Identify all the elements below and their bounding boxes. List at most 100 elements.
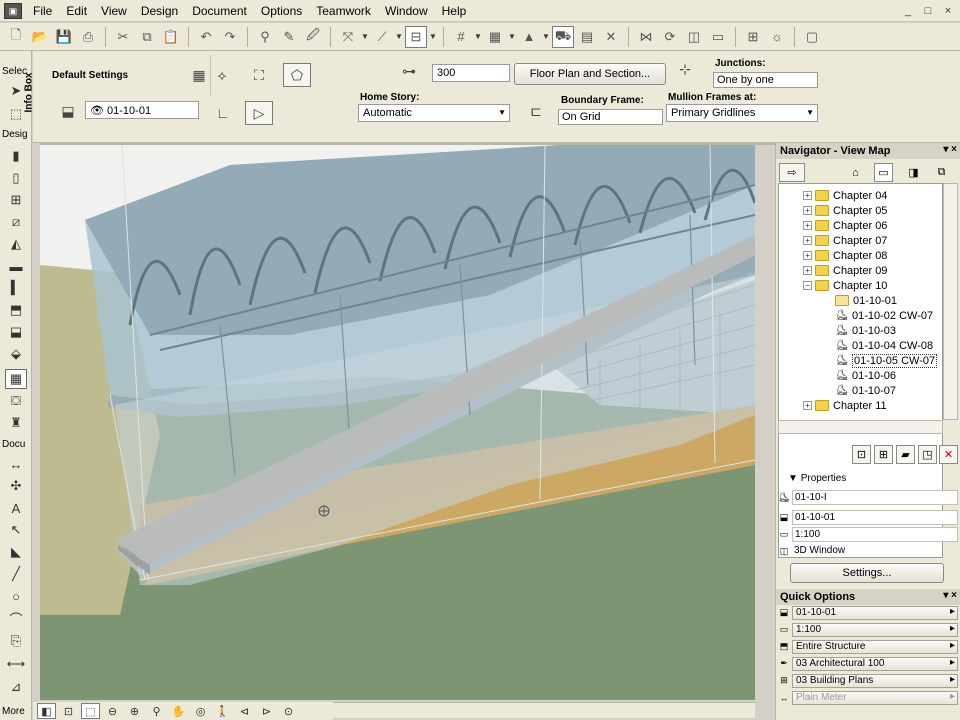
tree-item-chapter-05[interactable]: + Chapter 05 xyxy=(803,203,887,218)
fit-in-window-icon[interactable]: ⬚ xyxy=(81,703,100,719)
navigator-close-icon[interactable]: ▾ × xyxy=(943,144,957,155)
grid-snap-icon[interactable]: # xyxy=(450,26,472,48)
angle-icon[interactable]: ∟ xyxy=(209,101,237,125)
door-tool-icon[interactable]: ▯ xyxy=(5,168,27,188)
walk-mode-icon[interactable]: ⋈ xyxy=(635,26,657,48)
chevron-down-icon[interactable]: ▼ xyxy=(428,32,438,41)
inject-parameters-icon[interactable]: 🖉 xyxy=(302,26,324,48)
menu-edit[interactable]: Edit xyxy=(59,0,94,22)
home-story-dropdown[interactable]: Automatic xyxy=(358,104,510,122)
menu-file[interactable]: File xyxy=(26,0,59,22)
layout-book-icon[interactable]: ◨ xyxy=(904,163,923,182)
save-icon[interactable]: 💾 xyxy=(53,26,75,48)
delete-icon[interactable]: ✕ xyxy=(939,445,958,464)
navigator-horizontal-scrollbar[interactable] xyxy=(778,420,943,434)
property-name-field[interactable]: 01-10-01 xyxy=(792,510,958,525)
menu-teamwork[interactable]: Teamwork xyxy=(309,0,378,22)
open-file-icon[interactable]: 📂 xyxy=(29,26,51,48)
orbit-icon[interactable]: ◎ xyxy=(191,703,210,719)
next-zoom-icon[interactable]: ⊳ xyxy=(257,703,276,719)
expand-icon[interactable]: + xyxy=(803,251,812,260)
menu-window[interactable]: Window xyxy=(378,0,435,22)
tree-item-01-10-06[interactable]: ⛸ 01-10-06 xyxy=(835,368,896,383)
undo-icon[interactable]: ↶ xyxy=(195,26,217,48)
close-icon[interactable]: × xyxy=(940,4,956,18)
boundary-frame-value[interactable]: On Grid xyxy=(558,109,663,125)
quick-option-scale[interactable]: ▭ 1:100 xyxy=(778,622,958,637)
quick-options-close-icon[interactable]: ▾ × xyxy=(943,590,957,601)
fill-tool-icon[interactable]: ◣ xyxy=(5,542,27,562)
walk-icon[interactable]: 🚶 xyxy=(213,703,232,719)
detail-tool-icon[interactable]: ⊿ xyxy=(5,677,27,697)
gravity-icon[interactable]: ⊟ xyxy=(405,25,427,48)
expand-icon[interactable]: + xyxy=(803,206,812,215)
circle-tool-icon[interactable]: ○ xyxy=(5,586,27,606)
quick-option-pen-set[interactable]: ✒ 03 Architectural 100 xyxy=(778,656,958,671)
trace-reference-icon[interactable]: ⛟ xyxy=(552,25,574,48)
collapse-icon[interactable]: − xyxy=(803,281,812,290)
menu-help[interactable]: Help xyxy=(435,0,474,22)
layer-icon[interactable]: ⬓ xyxy=(53,99,83,123)
toolbox-more[interactable]: More xyxy=(2,706,25,717)
restore-icon[interactable]: □ xyxy=(920,4,936,18)
camera-icon[interactable]: ◫ xyxy=(683,26,705,48)
minimize-icon[interactable]: _ xyxy=(900,4,916,18)
tree-item-01-10-04[interactable]: ⛸ 01-10-04 CW-08 xyxy=(835,338,933,353)
window-icon[interactable]: ▢ xyxy=(801,26,823,48)
polygon-method-icon[interactable]: ⬠ xyxy=(283,63,311,87)
layer-lock-icon[interactable]: ▲ xyxy=(518,26,540,48)
tree-item-chapter-04[interactable]: + Chapter 04 xyxy=(803,188,887,203)
navigator-preview-icon[interactable]: ◧ xyxy=(37,703,56,719)
menu-view[interactable]: View xyxy=(94,0,134,22)
rotate-view-icon[interactable]: ⟳ xyxy=(659,26,681,48)
roof-tool-icon[interactable]: ◭ xyxy=(5,234,27,254)
cancel-icon[interactable]: ✕ xyxy=(600,26,622,48)
expand-icon[interactable]: + xyxy=(803,221,812,230)
zoom-to-selection-icon[interactable]: ⊡ xyxy=(59,703,78,719)
project-map-icon[interactable]: ⌂ xyxy=(846,163,865,182)
tree-item-01-10-07[interactable]: ⛸ 01-10-07 xyxy=(835,383,896,398)
tree-item-01-10-02[interactable]: ⛸ 01-10-02 CW-07 xyxy=(835,308,933,323)
pan-icon[interactable]: ✋ xyxy=(169,703,188,719)
stair-tool-icon[interactable]: ⧄ xyxy=(5,212,27,232)
mullion-frames-dropdown[interactable]: Primary Gridlines xyxy=(666,104,818,122)
line-tool-icon[interactable]: ╱ xyxy=(5,564,27,584)
chevron-down-icon[interactable]: ▼ xyxy=(360,32,370,41)
slab-tool-icon[interactable]: ⬒ xyxy=(5,300,27,320)
clone-view-icon[interactable]: ◳ xyxy=(918,445,937,464)
tree-item-chapter-06[interactable]: + Chapter 06 xyxy=(803,218,887,233)
print-icon[interactable]: ⎙ xyxy=(77,26,99,48)
tree-item-chapter-11[interactable]: + Chapter 11 xyxy=(803,398,887,413)
curtain-wall-tool-icon[interactable]: ▦ xyxy=(5,369,27,389)
guide-lines-icon[interactable]: ⤧ xyxy=(337,26,359,48)
chevron-down-icon[interactable]: ▼ xyxy=(394,32,404,41)
publisher-icon[interactable]: ⧉ xyxy=(932,163,951,182)
quick-option-structure[interactable]: ⬒ Entire Structure xyxy=(778,639,958,654)
chair-tool-icon[interactable]: ♜ xyxy=(5,413,27,433)
quick-option-model-view[interactable]: ⊞ 03 Building Plans xyxy=(778,673,958,688)
pick-up-parameters-icon[interactable]: ✎ xyxy=(278,26,300,48)
tree-item-chapter-10[interactable]: − Chapter 10 xyxy=(803,278,887,293)
3d-window[interactable] xyxy=(40,145,755,700)
zoom-in-icon[interactable]: ⊕ xyxy=(125,703,144,719)
zone-tool-icon[interactable]: ⬙ xyxy=(5,344,27,364)
section-tool-icon[interactable]: ⟷ xyxy=(5,654,27,674)
tree-item-01-10-03[interactable]: ⛸ 01-10-03 xyxy=(835,323,896,338)
navigator-vertical-scrollbar[interactable] xyxy=(943,183,958,420)
zoom-out-icon[interactable]: ⊖ xyxy=(103,703,122,719)
menu-document[interactable]: Document xyxy=(185,0,254,22)
expand-icon[interactable]: + xyxy=(803,191,812,200)
spacing-field[interactable]: 300 xyxy=(432,64,510,82)
redo-icon[interactable]: ↷ xyxy=(219,26,241,48)
app-icon[interactable]: ▣ xyxy=(4,2,22,19)
geometry-method-icon[interactable]: ⟡ xyxy=(208,63,236,87)
play-direction-icon[interactable]: ▷ xyxy=(245,101,273,125)
new-file-icon[interactable]: 🗋 xyxy=(5,26,27,48)
junctions-value[interactable]: One by one xyxy=(713,72,818,88)
cut-icon[interactable]: ✂ xyxy=(112,26,134,48)
publish-icon[interactable]: ⊞ xyxy=(742,26,764,48)
navigator-mode-icon[interactable]: ⇨ xyxy=(779,163,805,182)
menu-design[interactable]: Design xyxy=(134,0,185,22)
previous-zoom-icon[interactable]: ⊲ xyxy=(235,703,254,719)
paste-icon[interactable]: 📋 xyxy=(160,26,182,48)
